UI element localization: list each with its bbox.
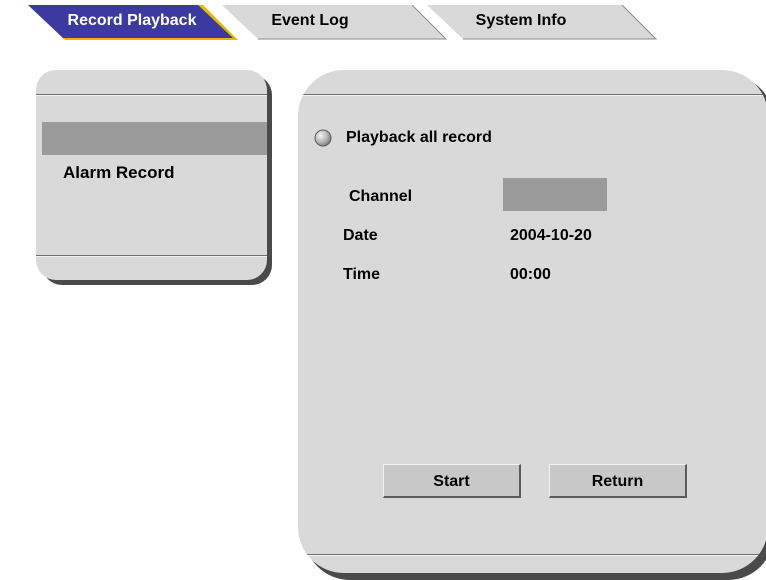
playback-panel: Playback all record Channel Date 2004-10… <box>298 70 766 580</box>
panel-face: Alarm Record <box>36 70 267 280</box>
record-type-item-alarm[interactable]: Alarm Record <box>42 156 267 189</box>
time-field[interactable]: 00:00 <box>510 266 551 284</box>
tab-label: Event Log <box>271 12 349 29</box>
panel-face: Playback all record Channel Date 2004-10… <box>298 70 766 573</box>
record-type-item-selected[interactable] <box>42 122 267 155</box>
date-label: Date <box>343 227 378 244</box>
divider <box>36 94 267 96</box>
time-label: Time <box>343 266 381 283</box>
date-field[interactable]: 2004-10-20 <box>510 227 592 245</box>
start-button[interactable]: Start <box>383 464 521 498</box>
divider <box>36 255 267 257</box>
tab-system-info[interactable]: System Info <box>427 5 659 41</box>
channel-label: Channel <box>349 188 413 205</box>
record-type-panel: Alarm Record <box>36 70 272 285</box>
radio-button-icon[interactable] <box>314 129 332 147</box>
tab-bar: Record Playback Event Log System Info <box>0 0 766 42</box>
channel-field[interactable] <box>503 178 607 211</box>
return-button[interactable]: Return <box>549 464 687 498</box>
divider <box>298 554 766 556</box>
playback-all-label: Playback all record <box>346 129 492 146</box>
tab-label: System Info <box>475 12 567 29</box>
divider <box>298 94 766 96</box>
